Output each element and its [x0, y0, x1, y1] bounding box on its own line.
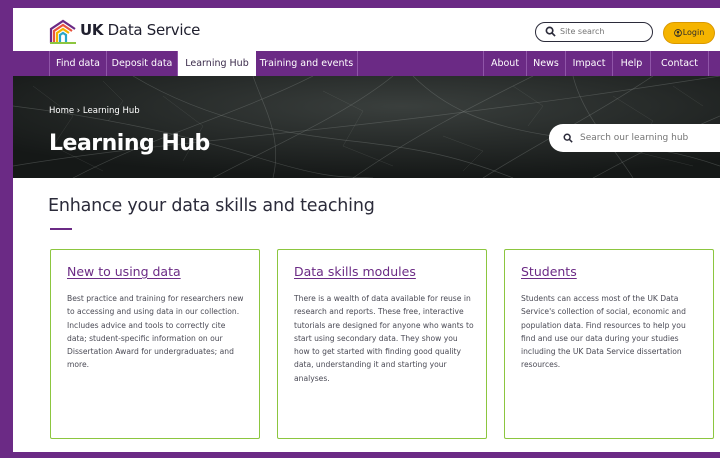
- nav-contact[interactable]: Contact: [651, 51, 709, 76]
- nav-about[interactable]: About: [483, 51, 527, 76]
- breadcrumb-separator: ›: [74, 106, 83, 116]
- site-search-input[interactable]: [560, 24, 646, 39]
- card-description: There is a wealth of data available for …: [294, 294, 474, 383]
- login-label: Login: [682, 28, 705, 37]
- user-icon: [673, 28, 682, 37]
- search-icon[interactable]: [563, 133, 573, 143]
- page-title: Learning Hub: [49, 131, 210, 156]
- brand-suffix: Data Service: [103, 21, 201, 39]
- brand-name[interactable]: UK Data Service: [80, 21, 200, 39]
- nav-help[interactable]: Help: [613, 51, 651, 76]
- search-icon[interactable]: [545, 26, 556, 37]
- card-new-to-using-data[interactable]: New to using data Best practice and trai…: [50, 249, 260, 439]
- main-nav: Find data Deposit data Learning Hub Trai…: [13, 51, 720, 76]
- section-heading: Enhance your data skills and teaching: [48, 196, 375, 216]
- breadcrumb-home[interactable]: Home: [49, 106, 74, 116]
- learning-hub-search-input[interactable]: [580, 130, 710, 146]
- breadcrumb-current: Learning Hub: [82, 106, 140, 116]
- card-title-link[interactable]: Data skills modules: [294, 264, 416, 279]
- site-search[interactable]: [535, 22, 653, 42]
- learning-hub-search[interactable]: [549, 124, 720, 152]
- card-description: Students can access most of the UK Data …: [521, 294, 686, 370]
- hero-banner: Home › Learning Hub Learning Hub: [13, 76, 720, 178]
- card-title-link[interactable]: Students: [521, 264, 577, 279]
- service-logo-icon[interactable]: [48, 17, 78, 45]
- nav-learning-hub[interactable]: Learning Hub: [178, 51, 256, 76]
- nav-news[interactable]: News: [527, 51, 566, 76]
- card-students[interactable]: Students Students can access most of the…: [504, 249, 714, 439]
- card-description: Best practice and training for researche…: [67, 294, 244, 370]
- nav-training-events[interactable]: Training and events: [256, 51, 358, 76]
- page: UK Data Service Login Find data Deposit …: [13, 8, 720, 452]
- login-button[interactable]: Login: [663, 22, 715, 44]
- card-title-link[interactable]: New to using data: [67, 264, 181, 279]
- breadcrumb: Home › Learning Hub: [49, 106, 140, 116]
- site-header: UK Data Service Login: [13, 8, 720, 51]
- card-data-skills-modules[interactable]: Data skills modules There is a wealth of…: [277, 249, 487, 439]
- heading-underline: [50, 228, 72, 230]
- nav-deposit-data[interactable]: Deposit data: [107, 51, 178, 76]
- nav-find-data[interactable]: Find data: [49, 51, 107, 76]
- nav-impact[interactable]: Impact: [566, 51, 613, 76]
- brand-prefix: UK: [80, 21, 104, 39]
